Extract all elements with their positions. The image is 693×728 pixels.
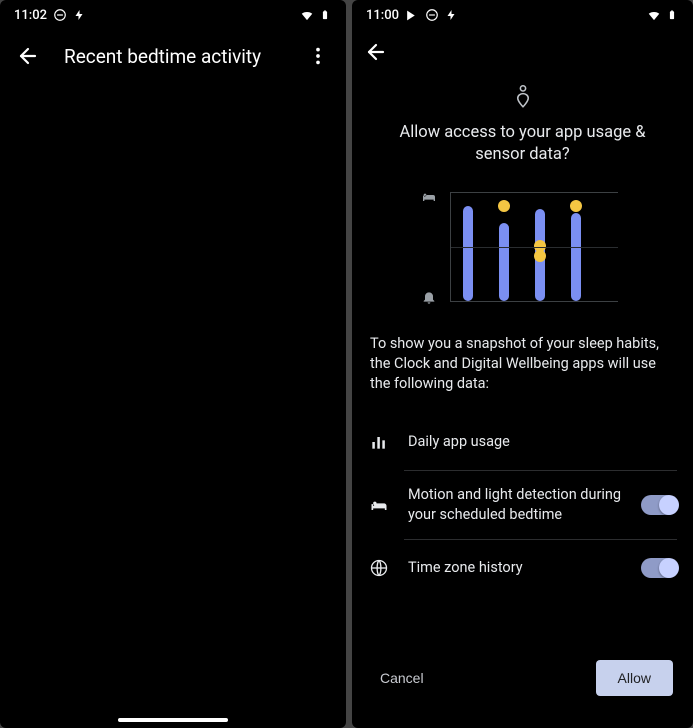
alarm-icon xyxy=(420,288,438,306)
charging-icon xyxy=(73,8,87,22)
dialog-button-bar: Cancel Allow xyxy=(352,644,693,728)
cancel-button[interactable]: Cancel xyxy=(372,660,432,696)
screen-recent-bedtime: 11:02 Recent bedtime activity xyxy=(0,0,346,728)
bed-icon xyxy=(420,188,438,206)
battery-icon xyxy=(318,8,332,22)
allow-button[interactable]: Allow xyxy=(596,660,673,696)
wifi-icon xyxy=(647,8,661,22)
chart-dot xyxy=(534,250,546,262)
chart-dot xyxy=(570,200,582,212)
app-bar-right xyxy=(352,28,693,76)
perm-row-timezone: Time zone history xyxy=(368,540,677,596)
play-store-icon xyxy=(405,8,419,22)
dialog-title: Allow access to your app usage & sensor … xyxy=(368,122,677,174)
battery-icon xyxy=(665,8,679,22)
app-bar-left: Recent bedtime activity xyxy=(0,28,346,84)
chart-bar xyxy=(571,213,581,301)
charging-icon xyxy=(445,8,459,22)
perm-label: Time zone history xyxy=(408,558,623,578)
status-bar-right: 11:00 xyxy=(352,0,693,28)
chart-bar xyxy=(463,206,473,301)
status-time: 11:02 xyxy=(14,8,47,23)
chart-bar xyxy=(535,209,545,301)
gesture-nav-bar[interactable] xyxy=(118,718,228,722)
perm-row-app-usage: Daily app usage xyxy=(368,414,677,470)
bar-chart-icon xyxy=(368,431,390,453)
back-button[interactable] xyxy=(356,32,396,72)
screen-allow-access: 11:00 xyxy=(352,0,693,728)
overflow-menu-button[interactable] xyxy=(298,36,338,76)
motion-light-toggle[interactable] xyxy=(641,495,677,515)
timezone-toggle[interactable] xyxy=(641,558,677,578)
perm-row-motion-light: Motion and light detection during your s… xyxy=(368,471,677,539)
empty-content xyxy=(0,84,346,728)
status-time: 11:00 xyxy=(366,8,399,23)
dnd-icon xyxy=(53,8,67,22)
back-button[interactable] xyxy=(8,36,48,76)
dialog-content: Allow access to your app usage & sensor … xyxy=(352,76,693,644)
perm-label: Daily app usage xyxy=(408,432,677,452)
wellbeing-hero-icon xyxy=(512,84,534,112)
sleep-chart-thumbnail xyxy=(428,192,618,302)
bed-sensor-icon xyxy=(368,494,390,516)
dnd-icon xyxy=(425,8,439,22)
globe-icon xyxy=(368,557,390,579)
status-bar-left: 11:02 xyxy=(0,0,346,28)
dialog-description: To show you a snapshot of your sleep hab… xyxy=(368,334,677,394)
wifi-icon xyxy=(300,8,314,22)
chart-dot xyxy=(498,200,510,212)
page-title: Recent bedtime activity xyxy=(64,45,282,68)
chart-bar xyxy=(499,223,509,301)
perm-label: Motion and light detection during your s… xyxy=(408,485,623,525)
